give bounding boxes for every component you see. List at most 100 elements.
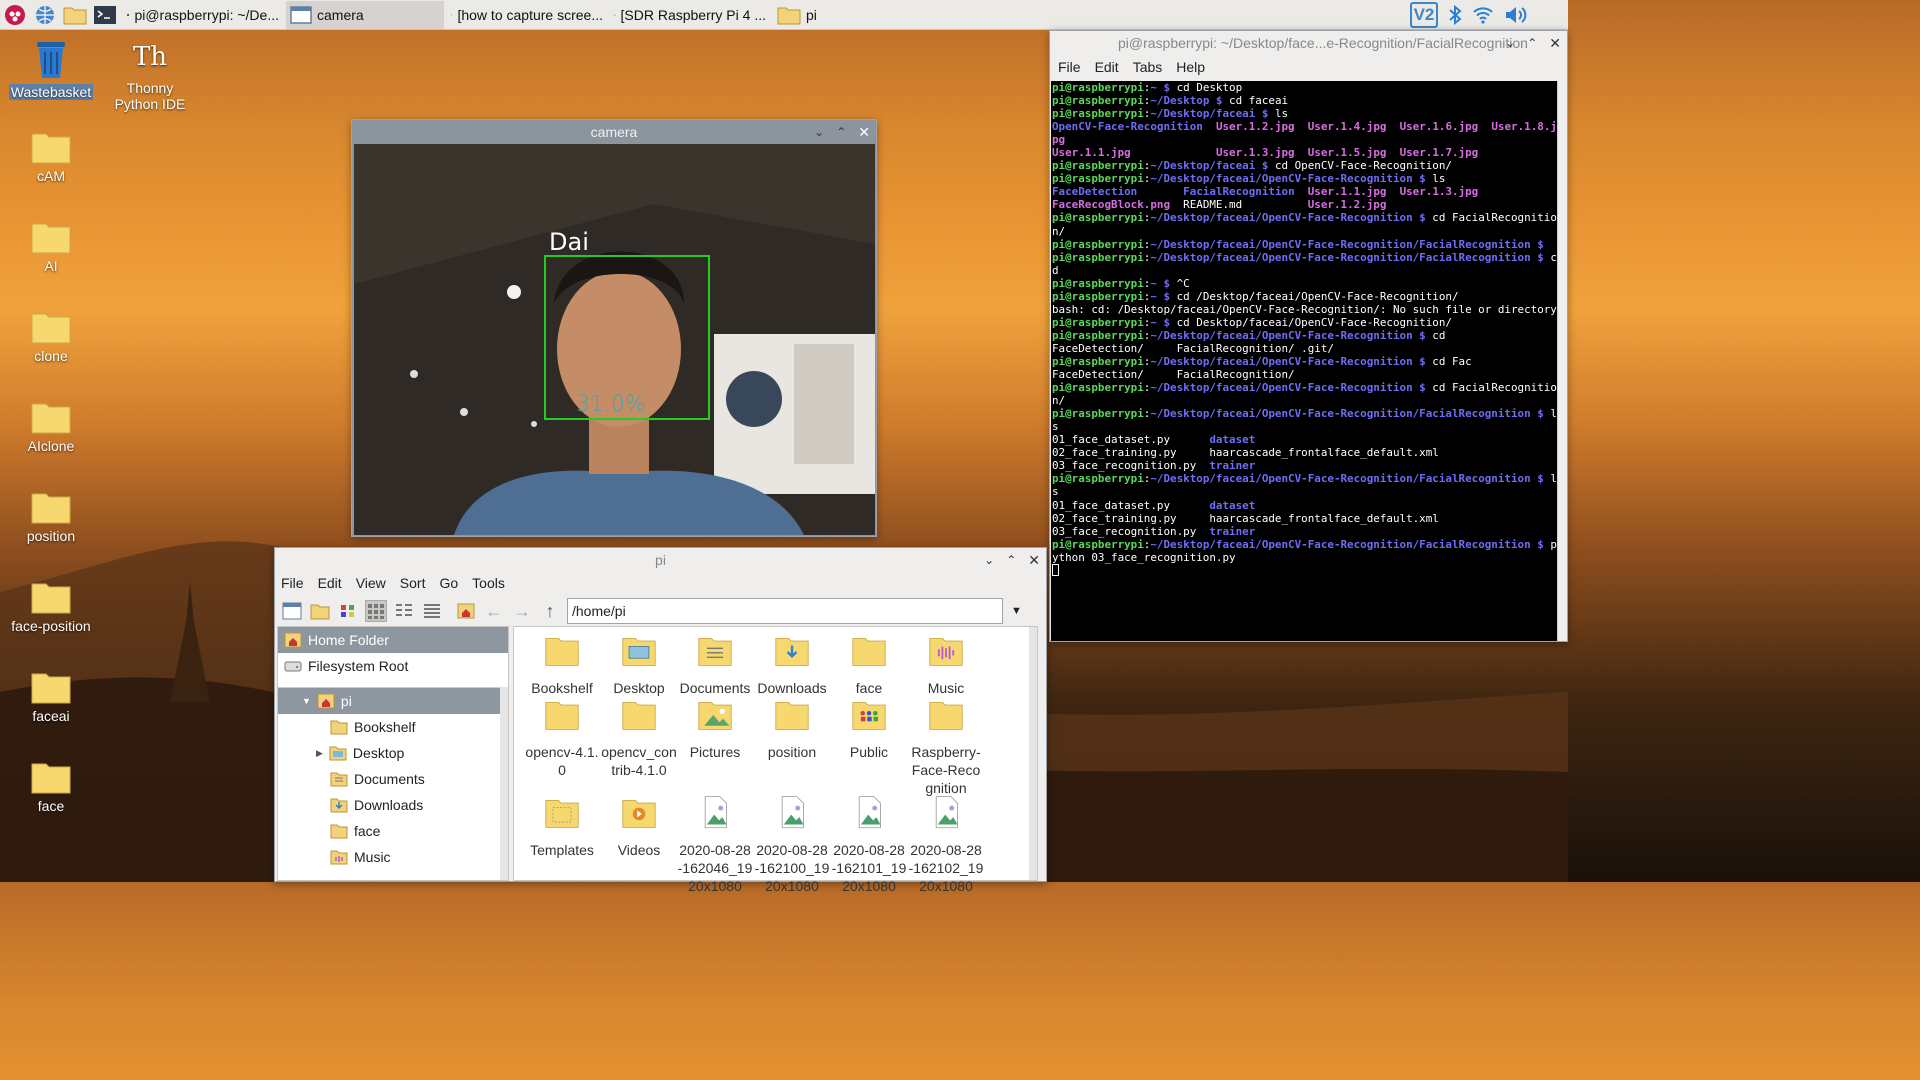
file-item[interactable]: 2020-08-28-162046_1920x1080 xyxy=(677,795,753,895)
menu-go[interactable]: Go xyxy=(439,575,458,591)
desktop-icon-aiclone[interactable]: AIclone xyxy=(6,400,96,454)
file-item[interactable]: Bookshelf xyxy=(524,633,600,697)
task-file-manager[interactable]: pi xyxy=(773,1,931,29)
file-item[interactable]: 2020-08-28-162102_1920x1080 xyxy=(908,795,984,895)
close-icon[interactable]: ✕ xyxy=(858,124,870,141)
file-item[interactable]: 2020-08-28-162101_1920x1080 xyxy=(831,795,907,895)
terminal-text: pi@raspberrypi xyxy=(1052,159,1144,173)
camera-titlebar[interactable]: camera ⌄ ⌃ ✕ xyxy=(352,120,876,144)
terminal-text: User.1.3.jpg xyxy=(1399,185,1479,199)
wifi-icon[interactable] xyxy=(1472,5,1494,25)
close-icon[interactable]: ✕ xyxy=(1028,552,1040,569)
collapse-arrow-icon[interactable]: ▼ xyxy=(302,696,311,706)
file-item[interactable]: Public xyxy=(831,697,907,761)
file-item[interactable]: face xyxy=(831,633,907,697)
view-icons-icon[interactable] xyxy=(365,600,387,622)
tree-item-pi[interactable]: ▼ pi xyxy=(278,688,508,714)
tree-item-face[interactable]: face xyxy=(278,818,508,844)
tree-item-music[interactable]: Music xyxy=(278,844,508,870)
terminal-launcher-icon[interactable] xyxy=(90,0,120,30)
tree-item-desktop[interactable]: ▶ Desktop xyxy=(278,740,508,766)
path-dropdown-icon[interactable]: ▼ xyxy=(1011,605,1022,617)
file-item[interactable]: Videos xyxy=(601,795,677,859)
view-compact-icon[interactable] xyxy=(393,600,415,622)
file-view: Bookshelf Desktop Documents Downloads face Mu… xyxy=(513,626,1038,894)
raspberry-menu-icon[interactable] xyxy=(0,0,30,30)
menu-edit[interactable]: Edit xyxy=(318,575,342,591)
menu-edit[interactable]: Edit xyxy=(1095,59,1119,75)
terminal-line: bash: cd: /Desktop/faceai/OpenCV-Face-Re… xyxy=(1052,303,1557,316)
menu-file[interactable]: File xyxy=(1058,59,1081,75)
file-item[interactable]: opencv_contrib-4.1.0 xyxy=(601,697,677,779)
file-item[interactable]: opencv-4.1.0 xyxy=(524,697,600,779)
file-item[interactable]: Templates xyxy=(524,795,600,859)
view-thumbnail-icon[interactable] xyxy=(337,600,359,622)
minimize-icon[interactable]: ⌄ xyxy=(984,553,994,567)
terminal-line: n/ xyxy=(1052,225,1557,238)
file-item[interactable]: Desktop xyxy=(601,633,677,697)
view-list-icon[interactable] xyxy=(421,600,443,622)
task-terminal[interactable]: pi@raspberrypi: ~/De... xyxy=(123,1,283,29)
desktop-icon-position[interactable]: position xyxy=(6,490,96,544)
menu-help[interactable]: Help xyxy=(1176,59,1205,75)
tree-item-downloads[interactable]: Downloads xyxy=(278,792,508,818)
file-item[interactable]: 2020-08-28-162100_1920x1080 xyxy=(754,795,830,895)
forward-arrow-icon[interactable]: → xyxy=(511,600,533,622)
terminal-text: l xyxy=(1543,472,1557,486)
desktop-icon-ai[interactable]: AI xyxy=(6,220,96,274)
up-arrow-icon[interactable]: ↑ xyxy=(539,600,561,622)
terminal-titlebar[interactable]: pi@raspberrypi: ~/Desktop/face...e-Recog… xyxy=(1050,31,1567,55)
expand-arrow-icon[interactable]: ▶ xyxy=(316,748,323,759)
desktop-icon-cam[interactable]: cAM xyxy=(6,130,96,184)
file-manager-launcher-icon[interactable] xyxy=(60,0,90,30)
terminal-output[interactable]: pi@raspberrypi:~ $ cd Desktop pi@raspberr… xyxy=(1051,81,1558,641)
task-chromium-2[interactable]: [SDR Raspberry Pi 4 ... xyxy=(610,1,770,29)
volume-icon[interactable] xyxy=(1504,5,1528,25)
close-icon[interactable]: ✕ xyxy=(1549,35,1561,52)
desktop-icon-thonny[interactable]: Th Thonny Python IDE xyxy=(105,42,195,112)
menu-tabs[interactable]: Tabs xyxy=(1133,59,1163,75)
file-item[interactable]: Downloads xyxy=(754,633,830,697)
menu-tools[interactable]: Tools xyxy=(472,575,505,591)
file-view-scrollbar[interactable] xyxy=(1029,627,1037,880)
place-filesystem-root[interactable]: Filesystem Root xyxy=(278,653,508,679)
desktop-icon-faceai[interactable]: faceai xyxy=(6,670,96,724)
terminal-text: cd FacialRecognitio xyxy=(1425,211,1557,225)
task-camera[interactable]: camera xyxy=(286,0,444,29)
menu-sort[interactable]: Sort xyxy=(400,575,426,591)
minimize-icon[interactable]: ⌄ xyxy=(1505,36,1515,50)
file-item[interactable]: Documents xyxy=(677,633,753,697)
terminal-scrollbar[interactable] xyxy=(1557,81,1566,641)
new-window-icon[interactable] xyxy=(281,600,303,622)
minimize-icon[interactable]: ⌄ xyxy=(814,125,824,139)
desktop-icon-label: face xyxy=(37,798,65,814)
vnc-icon[interactable]: V2 xyxy=(1410,2,1438,28)
place-home-folder[interactable]: Home Folder xyxy=(278,627,508,653)
browser-launcher-icon[interactable] xyxy=(30,0,60,30)
path-input[interactable]: /home/pi xyxy=(567,598,1003,624)
menu-file[interactable]: File xyxy=(281,575,304,591)
desktop-icon-face-position[interactable]: face-position xyxy=(6,580,96,634)
desktop-icon-wastebasket[interactable]: Wastebasket xyxy=(6,38,96,100)
bluetooth-icon[interactable] xyxy=(1448,4,1462,26)
file-manager-titlebar[interactable]: pi ⌄ ⌃ ✕ xyxy=(275,548,1046,572)
desktop-icon-face[interactable]: face xyxy=(6,760,96,814)
new-folder-icon[interactable] xyxy=(309,600,331,622)
menu-view[interactable]: View xyxy=(356,575,386,591)
task-chromium-1[interactable]: [how to capture scree... xyxy=(447,1,607,29)
maximize-icon[interactable]: ⌃ xyxy=(1527,36,1537,50)
side-pane-scrollbar[interactable] xyxy=(500,687,508,880)
file-item[interactable]: position xyxy=(754,697,830,761)
back-arrow-icon[interactable]: ← xyxy=(483,600,505,622)
tree-item-documents[interactable]: Documents xyxy=(278,766,508,792)
maximize-icon[interactable]: ⌃ xyxy=(836,125,846,139)
home-icon[interactable] xyxy=(455,600,477,622)
file-item[interactable]: Raspberry-Face-Recognition xyxy=(908,697,984,797)
file-item[interactable]: Music xyxy=(908,633,984,697)
desktop-icon-clone[interactable]: clone xyxy=(6,310,96,364)
tree-item-bookshelf[interactable]: Bookshelf xyxy=(278,714,508,740)
place-label: Home Folder xyxy=(308,632,389,648)
file-item[interactable]: Pictures xyxy=(677,697,753,761)
terminal-text: dataset xyxy=(1209,498,1256,512)
maximize-icon[interactable]: ⌃ xyxy=(1006,553,1016,567)
